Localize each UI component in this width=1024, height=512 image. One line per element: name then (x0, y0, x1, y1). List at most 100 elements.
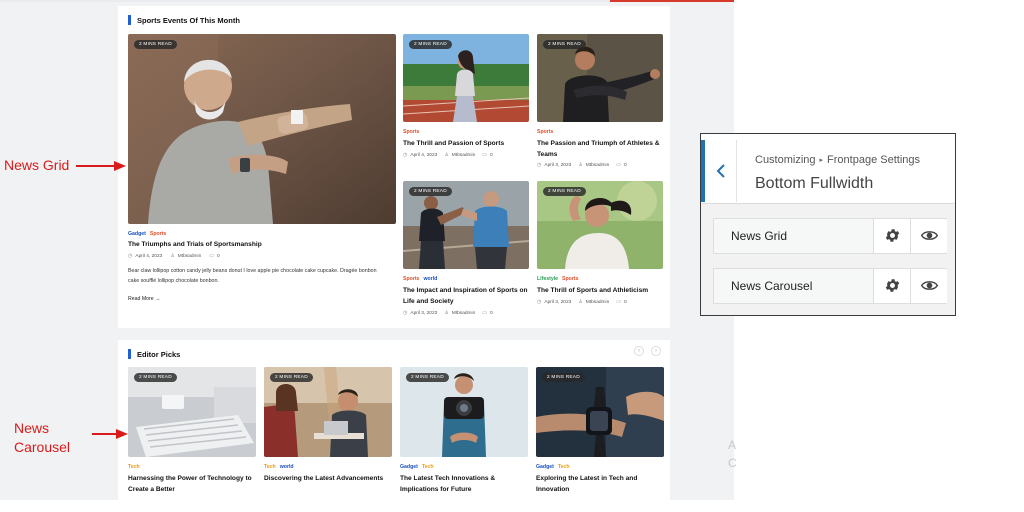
category-link-world[interactable]: world (423, 276, 437, 282)
post-date: April 4, 2023 (410, 152, 438, 158)
faded-letter-c: C (728, 456, 737, 470)
category-link-tech[interactable]: Tech (422, 464, 434, 470)
post-date: April 3, 2023 (544, 299, 572, 305)
news-grid-arrow-icon (76, 161, 126, 171)
post-comments[interactable]: 0 (490, 153, 493, 158)
read-time-badge: 2 MINS READ (409, 40, 452, 49)
read-time-badge: 2 MINS READ (543, 40, 586, 49)
post-author[interactable]: Mtbsadmin (452, 153, 475, 158)
category-link-sports[interactable]: Sports (537, 129, 553, 135)
eye-icon (921, 281, 938, 290)
read-time-badge: 2 MINS READ (270, 373, 313, 382)
grid-post-3[interactable]: 2 MINS READ Sports world The Impact and I… (403, 181, 529, 321)
category-link-sports[interactable]: Sports (150, 231, 166, 237)
post-comments[interactable]: 0 (624, 163, 627, 168)
post-meta: ◷ April 4, 2023 ♙ Mtbsadmin ▭ 0 (403, 152, 493, 158)
carousel-post-image[interactable]: 2 MINS READ (128, 367, 256, 457)
grid-post-image[interactable]: 2 MINS READ (403, 34, 529, 122)
grid-post-title[interactable]: The Impact and Inspiration of Sports on … (403, 285, 529, 307)
carousel-post-image[interactable]: 2 MINS READ (264, 367, 392, 457)
comment-icon: ▭ (616, 299, 621, 305)
featured-post-image[interactable]: 2 MINS READ (128, 34, 396, 224)
carousel-post-title[interactable]: Exploring the Latest in Tech and Innovat… (536, 473, 664, 495)
user-icon: ♙ (578, 299, 583, 305)
carousel-post-title[interactable]: The Latest Tech Innovations & Implicatio… (400, 473, 528, 495)
grid-post-title[interactable]: The Passion and Triumph of Athletes & Te… (537, 138, 663, 160)
carousel-post-image[interactable]: 2 MINS READ (400, 367, 528, 457)
section-row-news-carousel: News Carousel (713, 268, 947, 304)
breadcrumb: Customizing ▸ Frontpage Settings (755, 154, 920, 166)
news-carousel-settings-button[interactable] (873, 269, 910, 303)
category-link-sports[interactable]: Sports (562, 276, 578, 282)
post-comments[interactable]: 0 (217, 254, 220, 259)
grid-post-2[interactable]: 2 MINS READ Sports The Passion and Trium… (537, 34, 663, 174)
grid-post-title[interactable]: The Thrill of Sports and Athleticism (537, 285, 663, 296)
panel-title: Bottom Fullwidth (755, 175, 874, 192)
post-author[interactable]: Mtbsadmin (586, 163, 609, 168)
news-grid-section-title: Sports Events Of This Month (128, 15, 240, 25)
news-carousel-annotation-line2: Carousel (14, 439, 71, 455)
category-link-tech[interactable]: Tech (128, 464, 140, 470)
post-comments[interactable]: 0 (490, 311, 493, 316)
read-time-badge: 2 MINS READ (409, 187, 452, 196)
read-more-link[interactable]: Read More → (128, 296, 160, 302)
post-categories: Tech (128, 464, 144, 470)
section-row-news-grid: News Grid (713, 218, 947, 254)
featured-post[interactable]: 2 MINS READ Gadget Sports The Triumphs an… (128, 34, 396, 314)
category-link-gadget[interactable]: Gadget (400, 464, 418, 470)
read-time-badge: 2 MINS READ (134, 373, 177, 382)
post-author[interactable]: Mtbsadmin (178, 254, 201, 259)
grid-post-1[interactable]: 2 MINS READ Sports The Thrill and Passio… (403, 34, 529, 174)
carousel-prev-button[interactable]: ‹ (634, 346, 644, 356)
category-link-lifestyle[interactable]: Lifestyle (537, 276, 558, 282)
user-icon: ♙ (578, 162, 583, 168)
post-author[interactable]: Mtbsadmin (586, 300, 609, 305)
category-link-world[interactable]: world (280, 464, 294, 470)
carousel-post-3[interactable]: 2 MINS READ Gadget Tech The Latest Tech I… (400, 367, 528, 500)
post-meta: ◷ April 3, 2023 ♙ Mtbsadmin ▭ 0 (537, 299, 627, 305)
grid-post-image[interactable]: 2 MINS READ (403, 181, 529, 269)
post-categories: Sports world (403, 276, 441, 282)
post-comments[interactable]: 0 (624, 300, 627, 305)
featured-post-title[interactable]: The Triumphs and Trials of Sportsmanship (128, 239, 396, 250)
post-categories: Sports (537, 129, 557, 135)
section-label-news-carousel[interactable]: News Carousel (714, 269, 873, 303)
category-link-gadget[interactable]: Gadget (128, 231, 146, 237)
news-carousel-annotation-line1: News (14, 420, 50, 436)
category-link-sports[interactable]: Sports (403, 129, 419, 135)
post-author[interactable]: Mtbsadmin (452, 311, 475, 316)
news-carousel-arrow-icon (92, 429, 128, 439)
news-grid-settings-button[interactable] (873, 219, 910, 253)
category-link-tech[interactable]: Tech (558, 464, 570, 470)
category-link-sports[interactable]: Sports (403, 276, 419, 282)
comment-icon: ▭ (209, 253, 214, 259)
carousel-post-title[interactable]: Discovering the Latest Advancements (264, 473, 392, 484)
carousel-post-1[interactable]: 2 MINS READ Tech Harnessing the Power of… (128, 367, 256, 500)
news-grid-visibility-button[interactable] (910, 219, 947, 253)
category-link-tech[interactable]: Tech (264, 464, 276, 470)
section-label-news-grid[interactable]: News Grid (714, 219, 873, 253)
carousel-next-button[interactable]: › (651, 346, 661, 356)
grid-post-image[interactable]: 2 MINS READ (537, 34, 663, 122)
carousel-post-2[interactable]: 2 MINS READ Tech world Discovering the La… (264, 367, 392, 500)
carousel-post-title[interactable]: Harnessing the Power of Technology to Cr… (128, 473, 256, 495)
breadcrumb-root: Customizing (755, 154, 816, 166)
read-time-badge: 2 MINS READ (406, 373, 449, 382)
news-carousel-visibility-button[interactable] (910, 269, 947, 303)
section-title-bar (128, 15, 131, 25)
site-top-accent (610, 0, 734, 2)
comment-icon: ▭ (482, 152, 487, 158)
clock-icon: ◷ (537, 162, 542, 168)
post-meta: ◷ April 3, 2023 ♙ Mtbsadmin ▭ 0 (537, 162, 627, 168)
site-top-line (0, 0, 734, 2)
read-time-badge: 2 MINS READ (542, 373, 585, 382)
grid-post-4[interactable]: 2 MINS READ Lifestyle Sports The Thrill o… (537, 181, 663, 321)
grid-post-title[interactable]: The Thrill and Passion of Sports (403, 138, 529, 149)
post-categories: Gadget Tech (536, 464, 574, 470)
grid-post-image[interactable]: 2 MINS READ (537, 181, 663, 269)
carousel-post-image[interactable]: 2 MINS READ (536, 367, 664, 457)
category-link-gadget[interactable]: Gadget (536, 464, 554, 470)
post-date: April 4, 2023 (135, 253, 163, 259)
carousel-post-4[interactable]: 2 MINS READ Gadget Tech Exploring the Lat… (536, 367, 664, 500)
back-button[interactable] (701, 140, 737, 202)
